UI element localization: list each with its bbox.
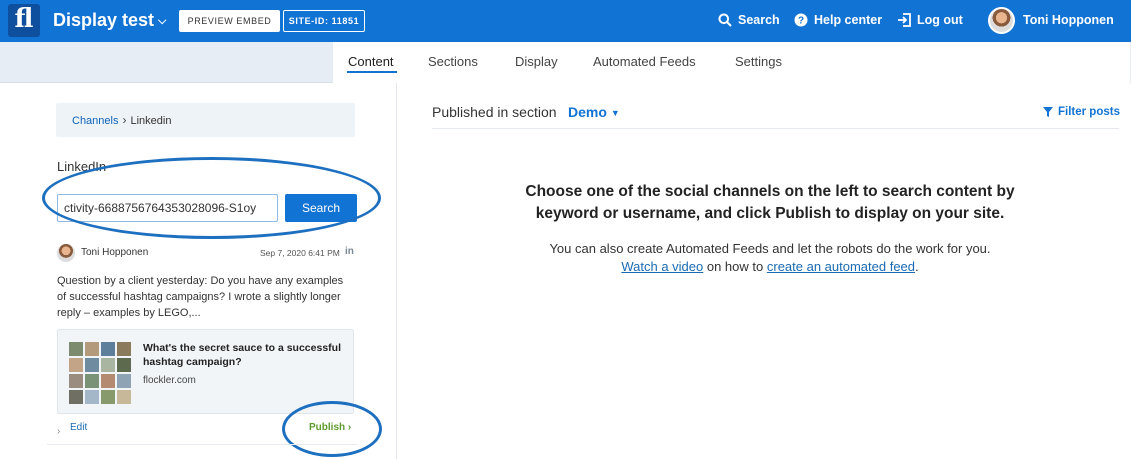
caret-down-icon: ▼ (610, 108, 620, 119)
tab-automated-feeds[interactable]: Automated Feeds (593, 54, 696, 69)
empty-state-mid-text: on how to (703, 259, 767, 274)
site-switcher[interactable]: Display test ⌵ (53, 10, 166, 31)
tab-settings[interactable]: Settings (735, 54, 782, 69)
breadcrumb-current: Linkedin (130, 115, 172, 127)
empty-state-heading: Choose one of the social channels on the… (525, 183, 1015, 222)
thumbnail-tile (117, 374, 131, 388)
search-link-label: Search (738, 13, 780, 27)
empty-state-line1: You can also create Automated Feeds and … (549, 241, 991, 256)
help-center-label: Help center (814, 13, 883, 27)
logout-link[interactable]: Log out (897, 13, 963, 27)
channel-search-panel: Channels › Linkedin LinkedIn ctivity-66887… (0, 83, 397, 459)
thumbnail-tile (117, 342, 131, 356)
linkedin-icon: in (345, 246, 354, 257)
post-text: Question by a client yesterday: Do you h… (57, 275, 344, 319)
thumbnail-tile (117, 390, 131, 404)
tab-content[interactable]: Content (348, 54, 394, 69)
filter-posts-button[interactable]: Filter posts (1043, 106, 1120, 118)
section-divider (432, 128, 1119, 129)
breadcrumb-separator: › (122, 113, 127, 127)
edit-post-link[interactable]: Edit (70, 422, 87, 433)
site-title: Display test (53, 10, 155, 30)
create-automated-feed-link[interactable]: create an automated feed (767, 259, 915, 274)
filter-icon (1043, 107, 1053, 117)
link-preview-card[interactable]: What's the secret sauce to a successful … (57, 329, 354, 414)
post-author: Toni Hopponen (81, 247, 149, 258)
preview-embed-button[interactable]: PREVIEW EMBED (179, 10, 280, 32)
tab-sections[interactable]: Sections (428, 54, 478, 69)
published-in-section-label: Published in section (432, 104, 557, 120)
watch-video-link[interactable]: Watch a video (621, 259, 703, 274)
section-selector[interactable]: Demo ▼ (568, 104, 620, 120)
user-avatar[interactable] (988, 7, 1015, 34)
thumbnail-tile (85, 358, 99, 372)
help-icon: ? (794, 13, 808, 27)
tab-strip: Content Sections Display Automated Feeds… (333, 42, 1130, 83)
empty-state-line2: Watch a video on how to create an automa… (500, 258, 1040, 276)
thumbnail-tile (101, 358, 115, 372)
search-icon (718, 13, 732, 27)
thumbnail-tile (69, 342, 83, 356)
link-preview-thumbnail (69, 342, 133, 406)
tab-bar: Content Sections Display Automated Feeds… (0, 42, 1131, 83)
empty-state-end-text: . (915, 259, 919, 274)
thumbnail-tile (85, 342, 99, 356)
logout-label: Log out (917, 13, 963, 27)
link-preview-title: What's the secret sauce to a successful … (143, 342, 341, 368)
thumbnail-tile (85, 374, 99, 388)
logout-icon (898, 13, 911, 27)
flockler-logo[interactable]: fl (8, 4, 40, 37)
thumbnail-tile (117, 358, 131, 372)
thumbnail-tile (101, 342, 115, 356)
thumbnail-tile (101, 374, 115, 388)
breadcrumb-channels-link[interactable]: Channels (72, 115, 118, 127)
top-bar: fl Display test ⌵ PREVIEW EMBED SITE-ID: … (0, 0, 1131, 42)
help-center-link[interactable]: ? Help center (794, 13, 882, 27)
highlight-circle-search (42, 157, 381, 239)
highlight-circle-publish (282, 401, 382, 457)
post-divider (47, 444, 357, 445)
user-name[interactable]: Toni Hopponen (1023, 13, 1114, 27)
empty-state-text: You can also create Automated Feeds and … (500, 240, 1040, 276)
site-id-button[interactable]: SITE-ID: 11851 (283, 10, 365, 32)
thumbnail-tile (69, 374, 83, 388)
chevron-down-icon: ⌵ (158, 14, 167, 27)
thumbnail-tile (69, 358, 83, 372)
thumbnail-tile (85, 390, 99, 404)
post-date: Sep 7, 2020 6:41 PM (260, 248, 340, 258)
search-link[interactable]: Search (718, 13, 780, 27)
post-author-avatar (57, 244, 75, 262)
chevron-right-icon: › (57, 426, 61, 437)
breadcrumb: Channels › Linkedin (56, 103, 355, 137)
filter-posts-label: Filter posts (1058, 106, 1120, 118)
thumbnail-tile (101, 390, 115, 404)
active-tab-indicator (347, 71, 397, 73)
tab-display[interactable]: Display (515, 54, 558, 69)
svg-text:?: ? (798, 16, 804, 27)
thumbnail-tile (69, 390, 83, 404)
link-preview-domain: flockler.com (143, 375, 196, 386)
section-selector-value: Demo (568, 104, 607, 120)
